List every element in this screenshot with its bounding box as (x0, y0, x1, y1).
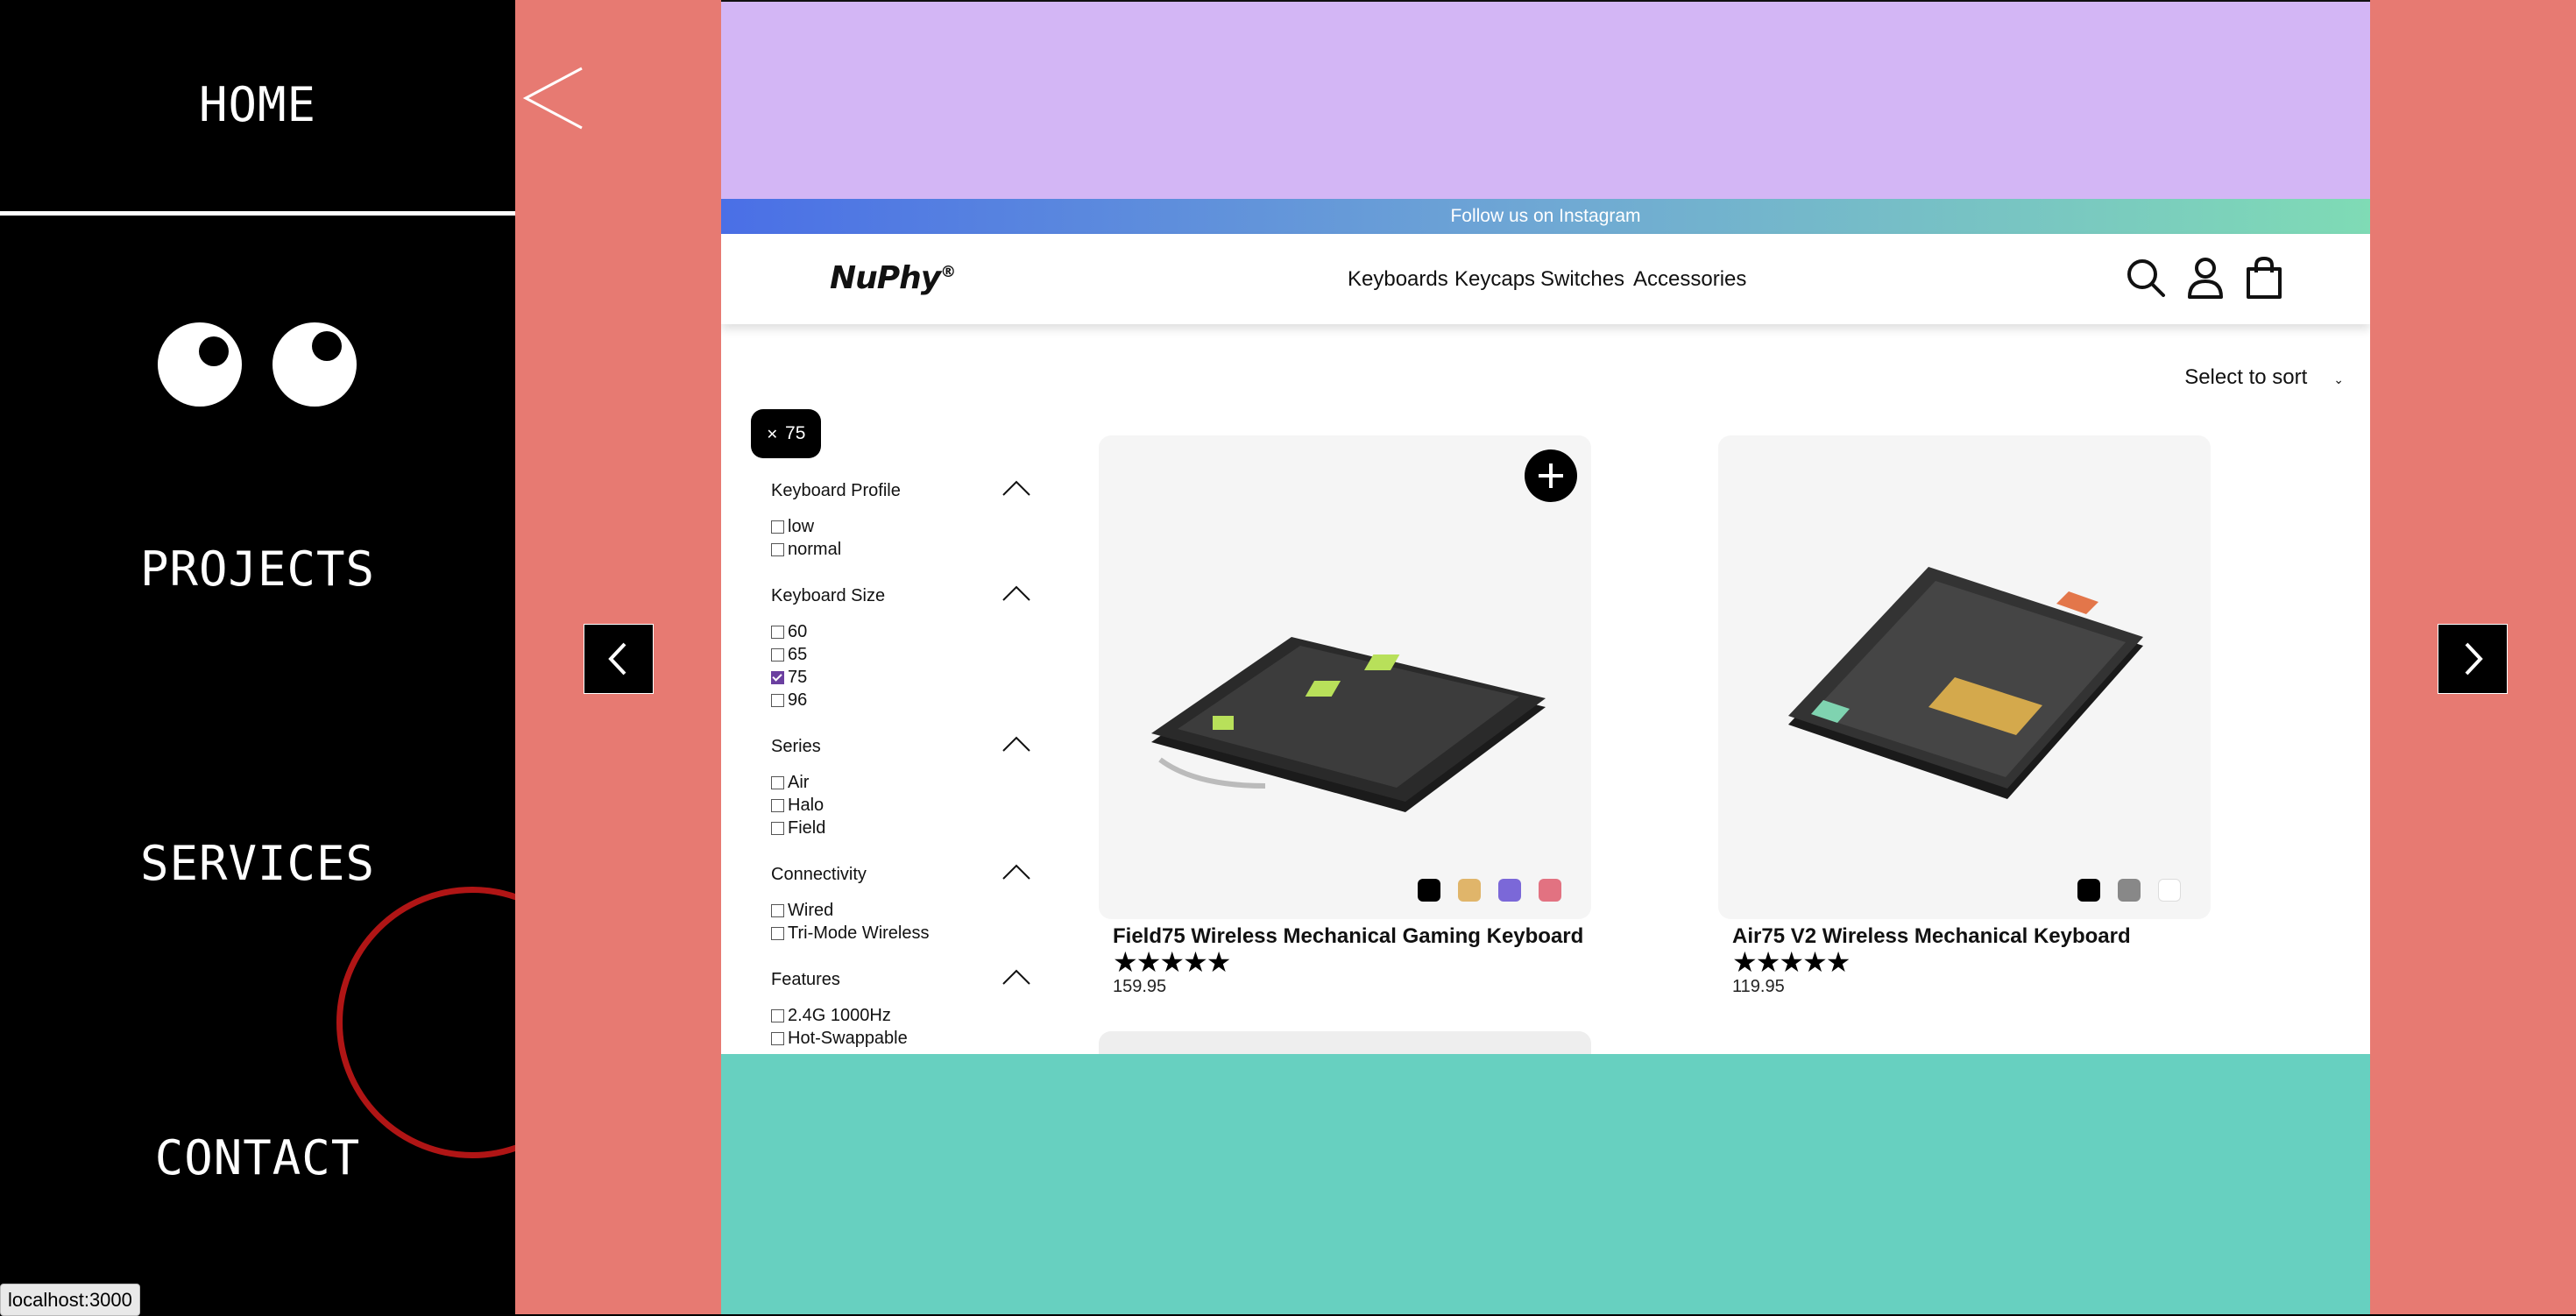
back-arrow-icon[interactable] (522, 63, 592, 133)
chevron-left-icon (608, 642, 626, 676)
filter-option[interactable]: 65 (771, 644, 807, 665)
status-url-tooltip: localhost:3000 (0, 1284, 140, 1316)
filter-option[interactable]: Wired (771, 900, 833, 921)
add-to-cart-button[interactable] (1525, 449, 1577, 502)
filter-option[interactable]: Hot-Swappable (771, 1028, 908, 1049)
product-card[interactable] (1099, 435, 1591, 919)
menu-accessories[interactable]: Accessories (1633, 267, 1746, 292)
next-slide-button[interactable] (2438, 624, 2508, 694)
cart-icon[interactable] (2241, 255, 2287, 301)
filter-option[interactable]: normal (771, 539, 841, 560)
filter-title-profile[interactable]: Keyboard Profile (771, 481, 901, 501)
plus-icon (1539, 463, 1563, 488)
filter-option[interactable]: 60 (771, 621, 807, 642)
preview-top-band (721, 0, 2370, 199)
color-swatch[interactable] (1418, 879, 1440, 902)
right-eye-icon (272, 322, 357, 407)
chevron-down-icon: ⌄ (2333, 372, 2344, 386)
filter-option[interactable]: low (771, 516, 814, 537)
nav-services-link[interactable]: SERVICES (0, 836, 515, 891)
menu-keyboards[interactable]: Keyboards (1348, 267, 1448, 292)
color-swatch[interactable] (1539, 879, 1561, 902)
close-icon[interactable]: ✕ (767, 428, 778, 442)
account-icon[interactable] (2183, 255, 2228, 301)
chevron-up-icon[interactable] (1001, 863, 1031, 881)
search-icon[interactable] (2123, 255, 2169, 301)
filter-option[interactable]: Halo (771, 795, 824, 816)
nav-divider (0, 211, 515, 216)
filter-title-features[interactable]: Features (771, 970, 840, 990)
filter-option[interactable]: Tri-Mode Wireless (771, 923, 930, 944)
previous-slide-button[interactable] (584, 624, 654, 694)
color-swatch[interactable] (1498, 879, 1521, 902)
nav-home-link[interactable]: HOME (0, 77, 515, 132)
filter-title-size[interactable]: Keyboard Size (771, 586, 885, 606)
product-card[interactable] (1099, 1031, 1591, 1054)
sort-select[interactable]: Select to sort ⌄ (2184, 365, 2344, 390)
nav-projects-link[interactable]: PROJECTS (0, 541, 515, 597)
filter-option-checked[interactable]: 75 (771, 667, 807, 688)
color-swatch[interactable] (2158, 879, 2181, 902)
color-swatch[interactable] (2118, 879, 2141, 902)
rating-stars: ★★★★★ (1732, 946, 1851, 978)
nav-contact-link[interactable]: CONTACT (0, 1130, 515, 1185)
keyboard-image (1151, 637, 1546, 812)
product-card[interactable] (1718, 435, 2211, 919)
product-price: 119.95 (1732, 977, 1785, 996)
product-price: 159.95 (1113, 977, 1167, 996)
color-swatch[interactable] (1458, 879, 1481, 902)
chevron-up-icon[interactable] (1001, 968, 1031, 986)
rating-stars: ★★★★★ (1113, 946, 1231, 978)
filter-option[interactable]: 96 (771, 690, 807, 711)
chevron-up-icon[interactable] (1001, 479, 1031, 497)
nuphy-logo[interactable]: NuPhy® (830, 260, 956, 296)
keyboard-image (1788, 567, 2143, 799)
menu-keycaps[interactable]: Keycaps (1454, 267, 1535, 292)
filter-option[interactable]: Field (771, 817, 825, 838)
nuphy-site-preview: Follow us on Instagram NuPhy® Keyboards … (721, 199, 2370, 1054)
site-header: NuPhy® Keyboards Keycaps Switches Access… (721, 234, 2370, 324)
filter-title-series[interactable]: Series (771, 737, 821, 757)
chevron-right-icon (2465, 642, 2483, 676)
preview-bottom-band (721, 1054, 2370, 1314)
chevron-up-icon[interactable] (1001, 735, 1031, 753)
active-filter-chip[interactable]: ✕ 75 (751, 409, 821, 458)
filter-option[interactable]: Air (771, 772, 809, 793)
menu-switches[interactable]: Switches (1540, 267, 1624, 292)
left-eye-icon (158, 322, 242, 407)
portfolio-sidebar: HOME PROJECTS SERVICES CONTACT (0, 0, 608, 1314)
instagram-banner[interactable]: Follow us on Instagram (721, 199, 2370, 234)
color-swatch[interactable] (2077, 879, 2100, 902)
filter-option[interactable]: 2.4G 1000Hz (771, 1005, 891, 1026)
filter-title-connectivity[interactable]: Connectivity (771, 865, 867, 885)
chevron-up-icon[interactable] (1001, 584, 1031, 602)
